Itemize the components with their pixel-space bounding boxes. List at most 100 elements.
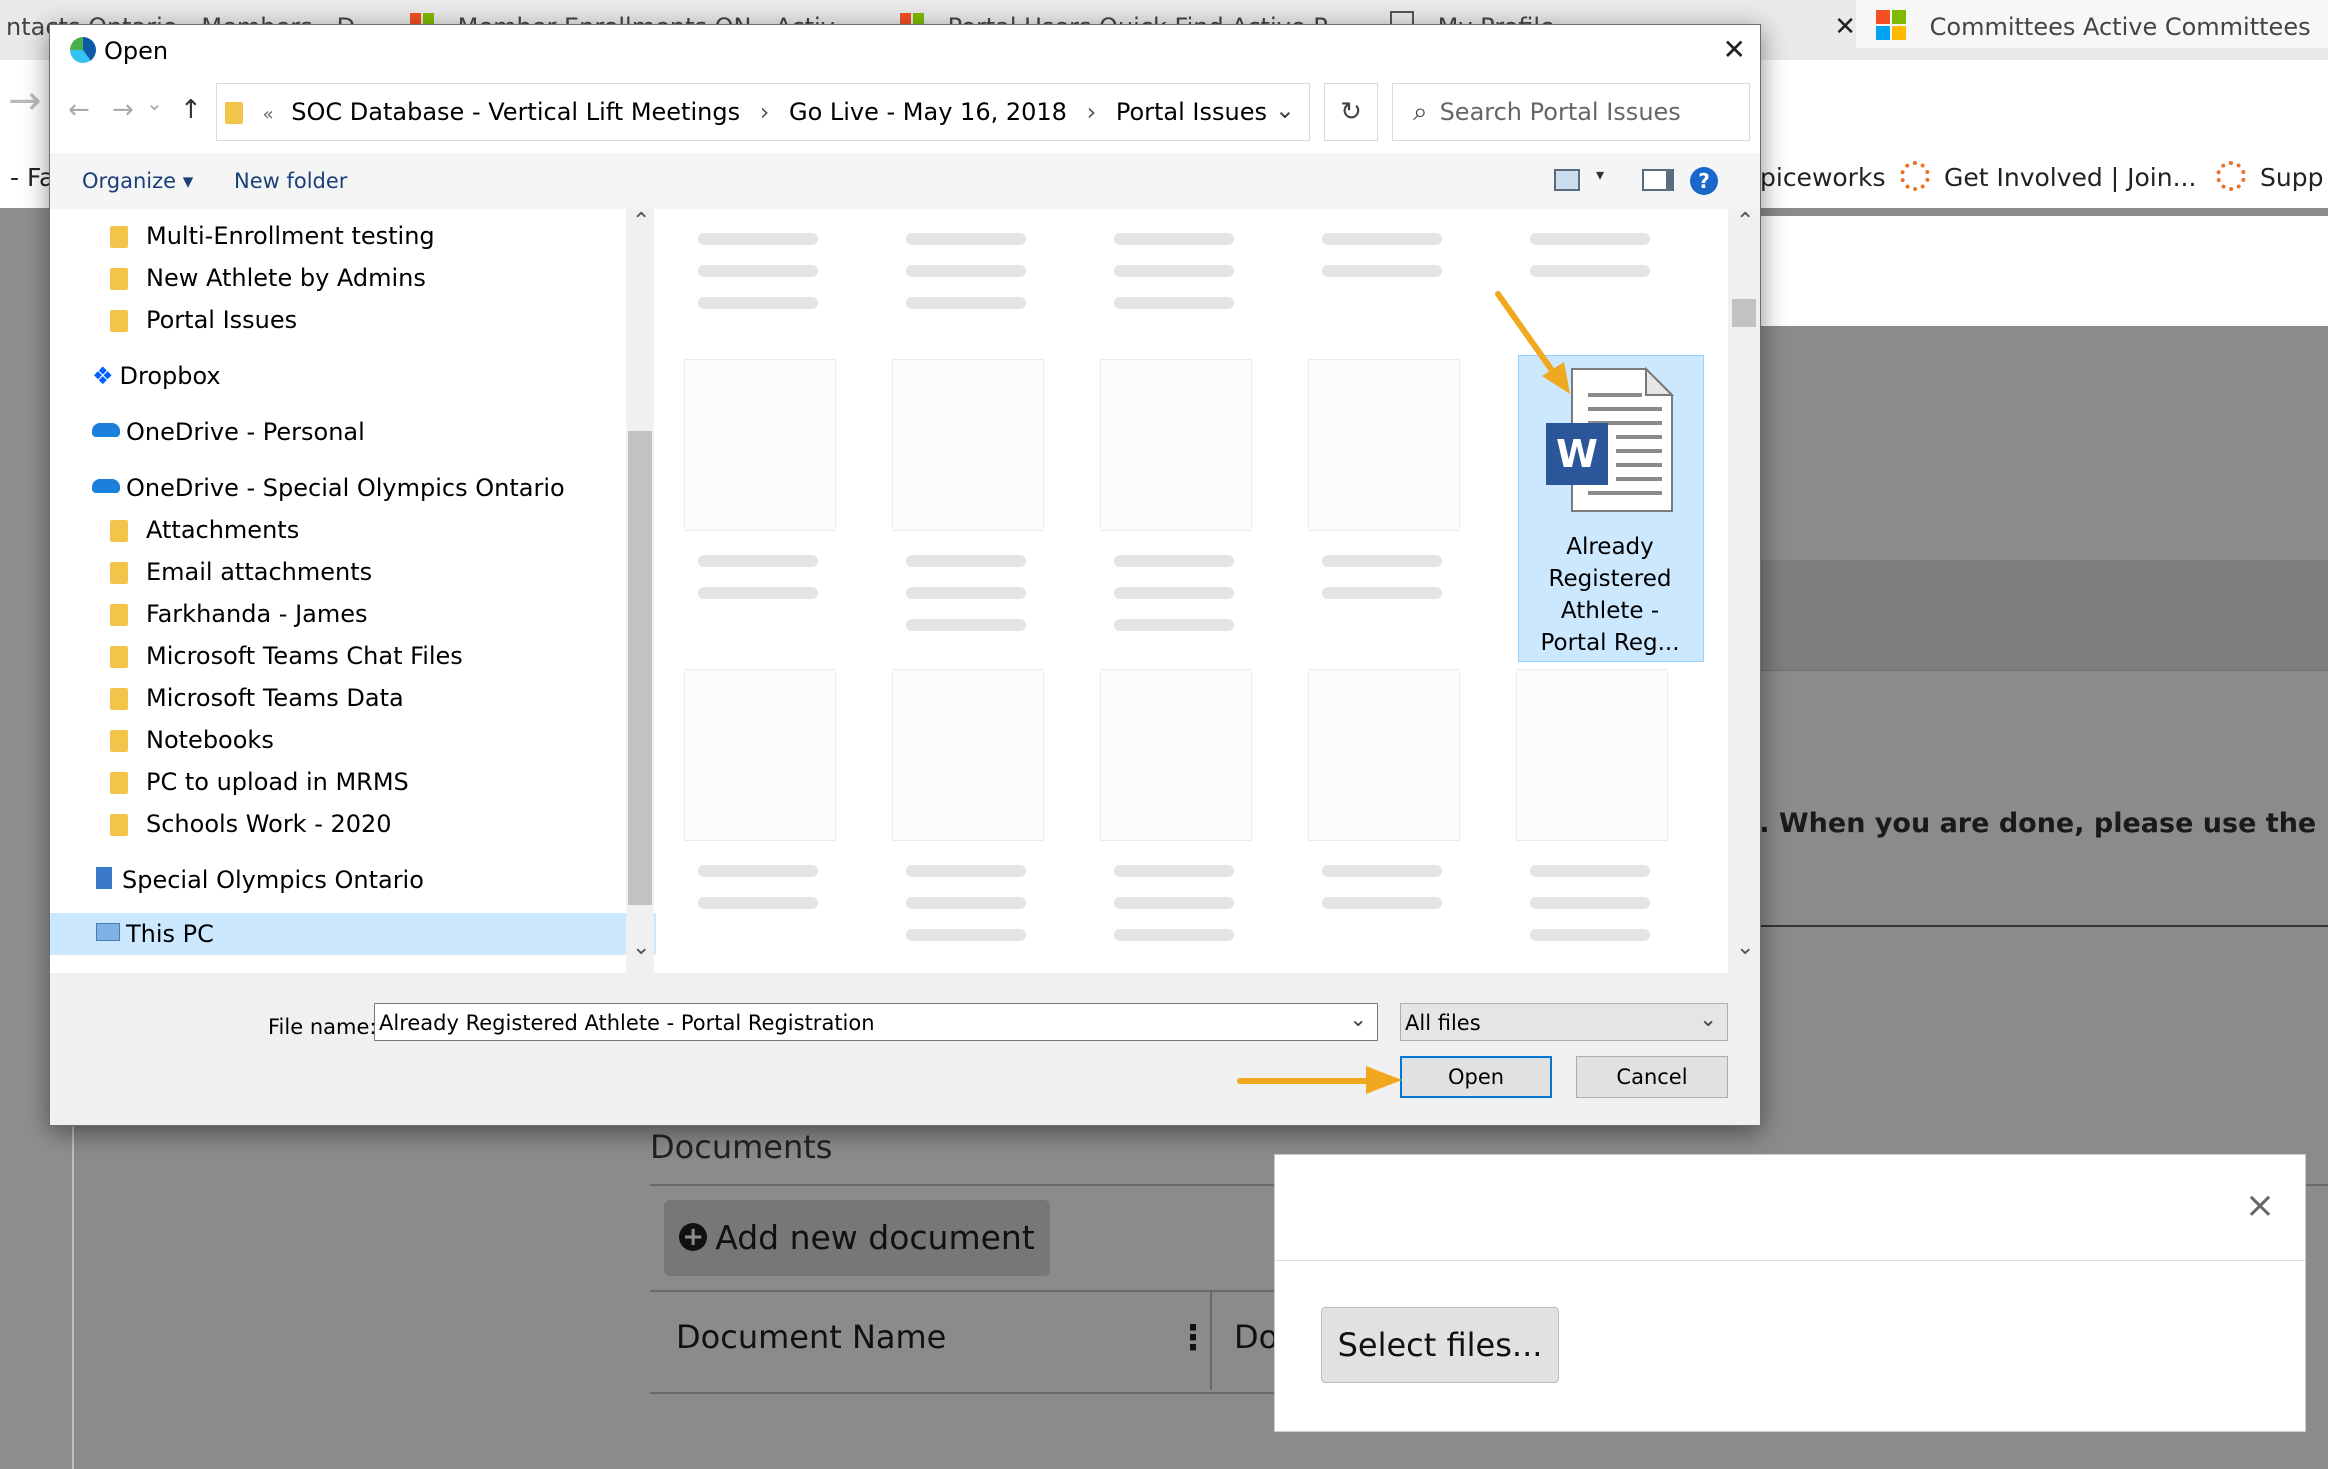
bookmark-support[interactable]: Supp	[2216, 148, 2323, 208]
building-icon	[96, 867, 112, 889]
forward-arrow-icon[interactable]: →	[8, 78, 42, 124]
plus-circle-icon: +	[679, 1222, 708, 1251]
folder-icon	[110, 646, 128, 668]
nav-item-folder[interactable]: Attachments	[50, 509, 656, 551]
file-tile-blurred[interactable]	[1506, 669, 1676, 959]
nav-item-folder[interactable]: Multi-Enrollment testing	[50, 215, 656, 257]
preview-pane-icon[interactable]	[1642, 169, 1674, 191]
nav-item-label: New Athlete by Admins	[146, 264, 426, 292]
search-input[interactable]: ⌕ Search Portal Issues	[1392, 83, 1750, 141]
view-dropdown-arrow-icon[interactable]: ▾	[1596, 165, 1604, 184]
breadcrumb-segment[interactable]: Go Live - May 16, 2018	[789, 98, 1067, 126]
file-label-line: Athlete -	[1560, 598, 1660, 624]
breadcrumb-segment[interactable]: Portal Issues	[1116, 98, 1267, 126]
nav-item-folder[interactable]: New Athlete by Admins	[50, 257, 656, 299]
tab-label: Committees Active Committees	[1929, 13, 2311, 41]
nav-item-folder[interactable]: Portal Issues	[50, 299, 656, 341]
file-name-input[interactable]: Already Registered Athlete - Portal Regi…	[374, 1003, 1378, 1041]
nav-item-soo[interactable]: Special Olympics Ontario	[50, 859, 656, 901]
bookmark-item[interactable]: piceworks	[1760, 148, 1885, 208]
nav-item-folder[interactable]: Notebooks	[50, 719, 656, 761]
folder-icon	[110, 730, 128, 752]
scroll-down-icon[interactable]: ⌄	[632, 935, 650, 960]
nav-item-label: Microsoft Teams Chat Files	[146, 642, 463, 670]
file-tile-blurred[interactable]	[882, 669, 1052, 959]
breadcrumb[interactable]: « SOC Database - Vertical Lift Meetings …	[216, 83, 1310, 141]
file-tile-blurred[interactable]	[1298, 359, 1468, 649]
cancel-button[interactable]: Cancel	[1576, 1056, 1728, 1098]
chevron-down-icon[interactable]: ⌄	[1349, 1000, 1367, 1038]
scroll-up-icon[interactable]: ⌃	[1736, 209, 1754, 234]
file-label-line: Already	[1566, 534, 1654, 560]
onedrive-cloud-icon	[92, 479, 120, 493]
chevron-right-icon[interactable]: ›	[1087, 98, 1097, 126]
computer-icon	[96, 923, 120, 941]
scroll-down-icon[interactable]: ⌄	[1736, 935, 1754, 960]
bookmark-item[interactable]: - Fa	[10, 148, 54, 208]
change-view-icon[interactable]	[1554, 169, 1580, 191]
new-folder-button[interactable]: New folder	[234, 153, 347, 209]
nav-item-label: This PC	[126, 920, 214, 948]
recent-locations-icon[interactable]: ⌄	[146, 91, 163, 115]
chevron-double-left-icon[interactable]: «	[263, 104, 274, 125]
add-new-document-button[interactable]: + Add new document	[664, 1200, 1050, 1276]
folder-icon	[110, 688, 128, 710]
file-tile-blurred[interactable]	[1090, 669, 1260, 959]
close-icon[interactable]: ✕	[1723, 33, 1746, 66]
chevron-right-icon[interactable]: ›	[760, 98, 770, 126]
open-button[interactable]: Open	[1400, 1056, 1552, 1098]
nav-item-label: Email attachments	[146, 558, 373, 586]
close-tab-icon[interactable]: ✕	[1834, 0, 1856, 48]
nav-item-folder[interactable]: Microsoft Teams Data	[50, 677, 656, 719]
nav-item-label: Multi-Enrollment testing	[146, 222, 435, 250]
browser-tab-active[interactable]: Committees Active Committees	[1856, 0, 2328, 48]
nav-item-onedrive-soo[interactable]: OneDrive - Special Olympics Ontario	[50, 467, 656, 509]
file-tile-blurred[interactable]	[1090, 359, 1260, 649]
file-tile-blurred[interactable]	[674, 669, 844, 959]
breadcrumb-segment[interactable]: SOC Database - Vertical Lift Meetings	[291, 98, 740, 126]
file-tile-blurred[interactable]	[1298, 669, 1468, 959]
refresh-icon[interactable]: ↻	[1324, 83, 1378, 141]
select-files-button[interactable]: Select files...	[1321, 1307, 1559, 1383]
help-icon[interactable]: ?	[1690, 167, 1718, 195]
chevron-down-icon[interactable]: ⌄	[1275, 82, 1295, 138]
nav-item-folder[interactable]: Schools Work - 2020	[50, 803, 656, 845]
special-olympics-logo-icon	[2216, 161, 2246, 191]
back-arrow-icon[interactable]: ←	[68, 95, 90, 125]
file-type-select[interactable]: All files ⌄	[1400, 1003, 1728, 1041]
dialog-footer: File name: Already Registered Athlete - …	[50, 973, 1760, 1125]
organize-menu[interactable]: Organize ▾	[82, 153, 193, 209]
nav-item-folder[interactable]: Microsoft Teams Chat Files	[50, 635, 656, 677]
file-label-line: Registered	[1548, 566, 1672, 592]
documents-heading: Documents	[650, 1128, 833, 1166]
add-document-label: Add new document	[715, 1218, 1035, 1257]
folder-icon	[110, 310, 128, 332]
bookmark-get-involved[interactable]: Get Involved | Join...	[1900, 148, 2196, 208]
nav-item-folder[interactable]: Email attachments	[50, 551, 656, 593]
forward-arrow-icon[interactable]: →	[112, 95, 134, 125]
nav-item-folder[interactable]: Farkhanda - James	[50, 593, 656, 635]
nav-item-onedrive-personal[interactable]: OneDrive - Personal	[50, 411, 656, 453]
nav-item-this-pc[interactable]: This PC	[50, 913, 656, 955]
column-menu-icon[interactable]: ⋮	[1176, 1318, 1210, 1358]
column-header-second[interactable]: Do	[1234, 1318, 1278, 1356]
nav-item-label: PC to upload in MRMS	[146, 768, 409, 796]
open-file-dialog: Open ✕ ← → ⌄ ↑ « SOC Database - Vertical…	[49, 24, 1761, 1126]
scroll-up-icon[interactable]: ⌃	[632, 209, 650, 234]
scrollbar-thumb[interactable]	[1732, 299, 1756, 327]
word-letter: W	[1556, 432, 1598, 476]
scrollbar-thumb[interactable]	[628, 431, 652, 905]
nav-item-folder[interactable]: PC to upload in MRMS	[50, 761, 656, 803]
file-tile-blurred[interactable]	[882, 359, 1052, 649]
chevron-down-icon[interactable]: ⌄	[1699, 1000, 1717, 1038]
column-header-document-name[interactable]: Document Name	[676, 1318, 946, 1356]
nav-item-dropbox[interactable]: ❖ Dropbox	[50, 355, 656, 397]
file-tile-blurred[interactable]	[674, 359, 844, 649]
close-icon[interactable]: ×	[2245, 1185, 2275, 1226]
up-arrow-icon[interactable]: ↑	[180, 95, 202, 125]
special-olympics-logo-icon	[1900, 161, 1930, 191]
page-card	[1740, 216, 2328, 326]
dialog-toolbar: Organize ▾ New folder ▾ ?	[50, 153, 1760, 209]
folder-icon	[110, 268, 128, 290]
instruction-text: n. When you are done, please use the "Su…	[1740, 808, 2328, 839]
